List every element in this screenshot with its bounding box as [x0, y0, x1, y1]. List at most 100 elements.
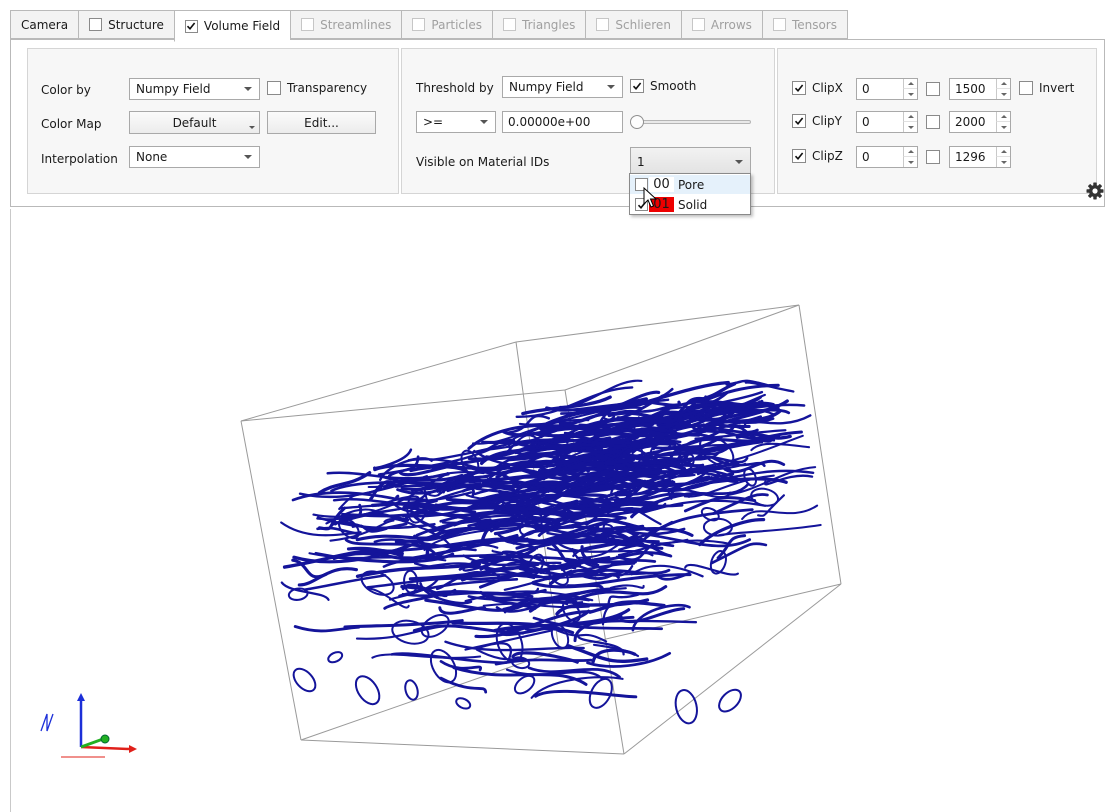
tab-volume-field[interactable]: Volume Field — [173, 10, 291, 42]
checkbox-box — [792, 114, 806, 128]
fiber — [592, 619, 698, 624]
tab-label: Schlieren — [615, 17, 671, 32]
spin-down-icon[interactable] — [903, 157, 917, 167]
orientation-axes — [40, 693, 137, 758]
clip-clipx-max-spinbox[interactable]: 1500 — [949, 78, 1011, 100]
tab-camera[interactable]: Camera — [10, 10, 79, 39]
clip-clipy-max-spinbox[interactable]: 2000 — [949, 111, 1011, 133]
spin-up-icon[interactable] — [996, 147, 1010, 157]
tab-checkbox[interactable] — [89, 18, 103, 31]
tab-arrows[interactable]: Arrows — [680, 10, 762, 39]
clip-min-value: 0 — [862, 82, 870, 96]
fiber-loop — [404, 679, 419, 701]
fiber-volume-render — [40, 304, 842, 758]
tab-streamlines[interactable]: Streamlines — [290, 10, 402, 39]
spin-down-icon[interactable] — [996, 122, 1010, 132]
color-by-value: Numpy Field — [136, 82, 211, 96]
clip-clipz-max-checkbox[interactable] — [926, 150, 940, 164]
clip-settings-group: ClipX 0 1500 ClipY 0 2000 ClipZ 0 1296 Invert — [777, 48, 1097, 194]
clip-clipy-checkbox[interactable]: ClipY — [792, 114, 842, 128]
fiber-loop — [429, 648, 458, 684]
clip-clipx-min-spinbox[interactable]: 0 — [856, 78, 918, 100]
check-icon — [187, 22, 196, 31]
tab-checkbox[interactable] — [691, 18, 705, 31]
interpolation-label: Interpolation — [41, 152, 118, 166]
spin-up-icon[interactable] — [996, 79, 1010, 89]
clip-max-value: 1296 — [955, 150, 986, 164]
fiber — [438, 606, 487, 615]
tab-tensors[interactable]: Tensors — [761, 10, 848, 39]
interpolation-combo[interactable]: None — [129, 146, 260, 168]
color-by-combo[interactable]: Numpy Field — [129, 78, 260, 100]
clip-clipy-min-spinbox[interactable]: 0 — [856, 111, 918, 133]
threshold-value-text: 0.00000e+00 — [508, 115, 591, 129]
tab-checkbox[interactable] — [503, 18, 516, 31]
checkbox-box — [630, 79, 644, 93]
spin-down-icon[interactable] — [903, 89, 917, 99]
threshold-by-label: Threshold by — [416, 81, 494, 95]
fiber-loop — [718, 688, 742, 713]
tab-bar: Camera Structure Volume Field Streamlines Pa… — [10, 10, 848, 42]
tab-checkbox[interactable] — [772, 18, 786, 31]
check-icon — [794, 117, 804, 126]
checkbox-box — [792, 81, 806, 95]
tab-label: Particles — [431, 17, 482, 32]
material-name: Pore — [678, 177, 705, 192]
threshold-by-combo[interactable]: Numpy Field — [502, 76, 623, 98]
threshold-operator-combo[interactable]: >= — [416, 111, 496, 133]
render-viewport[interactable] — [10, 209, 1105, 812]
tab-schlieren[interactable]: Schlieren — [585, 10, 681, 39]
color-map-button[interactable]: Default — [129, 111, 260, 134]
tab-triangles[interactable]: Triangles — [492, 10, 586, 39]
gear-icon[interactable] — [1085, 181, 1105, 201]
threshold-slider[interactable] — [630, 111, 751, 133]
clip-clipx-checkbox[interactable]: ClipX — [792, 81, 843, 95]
smooth-checkbox[interactable]: Smooth — [630, 79, 696, 93]
clip-clipz-checkbox[interactable]: ClipZ — [792, 149, 843, 163]
fiber — [367, 587, 410, 609]
color-map-value: Default — [172, 115, 217, 130]
clip-label: ClipX — [812, 81, 843, 95]
tab-checkbox[interactable] — [184, 19, 198, 33]
volume-field-panel: Color by Numpy Field Transparency Color … — [10, 39, 1105, 207]
invert-label: Invert — [1039, 81, 1075, 95]
tab-structure[interactable]: Structure — [78, 10, 174, 39]
invert-checkbox[interactable]: Invert — [1019, 81, 1074, 95]
y-axis-tip — [100, 734, 110, 744]
slider-handle[interactable] — [630, 115, 644, 129]
threshold-value-input[interactable]: 0.00000e+00 — [502, 111, 623, 133]
tab-label: Triangles — [522, 17, 576, 32]
spin-up-icon[interactable] — [903, 79, 917, 89]
box-edge — [240, 420, 302, 741]
tab-particles[interactable]: Particles — [401, 10, 492, 39]
clip-min-value: 0 — [862, 115, 870, 129]
spin-up-icon[interactable] — [903, 112, 917, 122]
tab-checkbox[interactable] — [412, 18, 426, 31]
fiber — [355, 624, 473, 640]
spin-down-icon[interactable] — [903, 122, 917, 132]
fiber-loop — [455, 697, 472, 710]
transparency-checkbox[interactable]: Transparency — [267, 81, 367, 95]
color-by-label: Color by — [41, 83, 91, 97]
clip-label: ClipZ — [812, 149, 843, 163]
check-icon — [632, 82, 642, 91]
spin-up-icon[interactable] — [996, 112, 1010, 122]
edit-color-map-button[interactable]: Edit... — [267, 111, 376, 134]
tab-checkbox[interactable] — [596, 18, 610, 31]
clip-clipz-min-spinbox[interactable]: 0 — [856, 146, 918, 168]
tab-checkbox[interactable] — [301, 18, 315, 31]
x-axis — [80, 745, 130, 751]
fiber-loop — [292, 667, 317, 693]
tab-label: Streamlines — [320, 17, 392, 32]
mouse-cursor-icon — [643, 187, 657, 208]
clip-clipx-max-checkbox[interactable] — [926, 82, 940, 96]
spin-down-icon[interactable] — [996, 157, 1010, 167]
spin-down-icon[interactable] — [996, 89, 1010, 99]
threshold-operator-value: >= — [423, 115, 444, 129]
clip-clipz-max-spinbox[interactable]: 1296 — [949, 146, 1011, 168]
fiber — [750, 442, 811, 452]
x-axis-arrow — [129, 745, 137, 753]
spin-up-icon[interactable] — [903, 147, 917, 157]
checkbox-box — [792, 149, 806, 163]
clip-clipy-max-checkbox[interactable] — [926, 115, 940, 129]
